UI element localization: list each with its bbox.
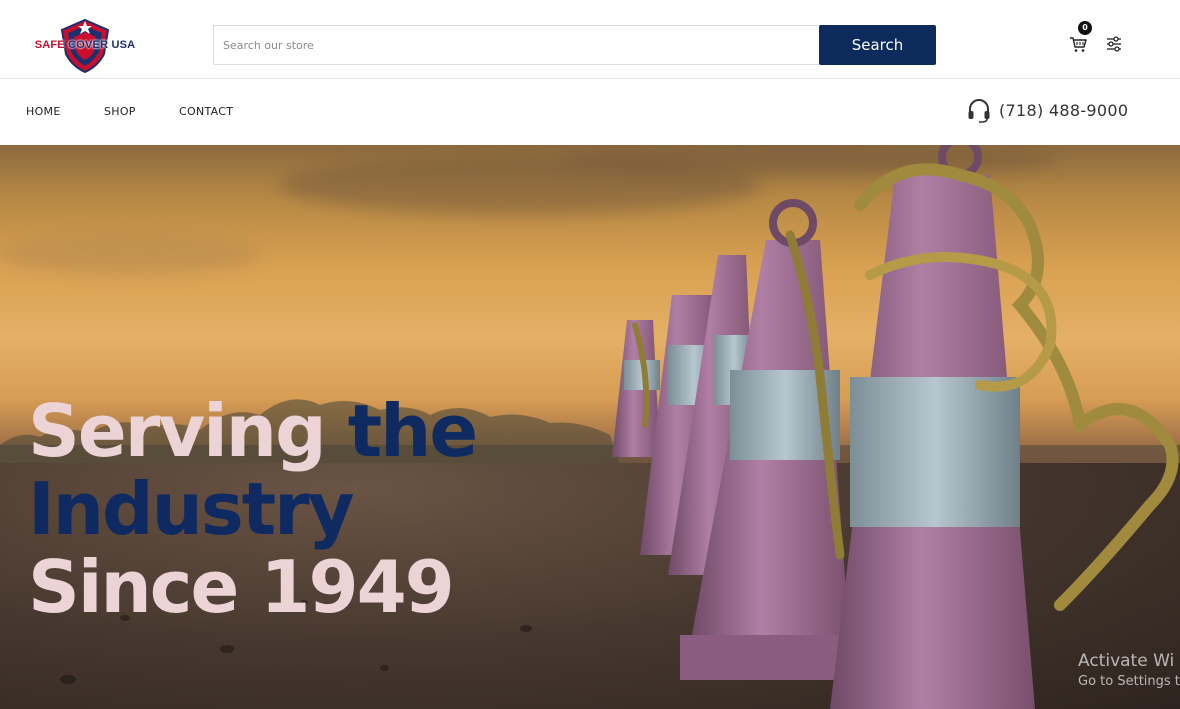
sliders-icon [1107, 36, 1121, 52]
logo-word-usa: USA [111, 39, 136, 51]
nav-item-contact[interactable]: CONTACT [179, 105, 233, 118]
hero-line-industry: Industry [28, 467, 355, 551]
hero-line-since: Since 1949 [28, 545, 455, 629]
top-bar: SAFE COVER USA Search 0 [0, 0, 1180, 79]
safe-cover-usa-logo[interactable]: SAFE COVER USA [28, 18, 142, 74]
cart-button[interactable]: 0 [1068, 21, 1092, 54]
headset-icon [968, 99, 990, 123]
logo-wordmark: SAFE COVER USA [28, 39, 142, 51]
hero-banner: Serving the Industry Since 1949 Activate… [0, 145, 1180, 709]
settings-button[interactable] [1105, 35, 1123, 53]
phone-number-link[interactable]: (718) 488-9000 [999, 101, 1128, 120]
search-input[interactable] [213, 25, 819, 65]
logo-word-safe: SAFE [34, 39, 65, 51]
nav-item-shop[interactable]: SHOP [104, 105, 136, 118]
logo-word-cover: COVER [68, 39, 109, 51]
hero-word-serving: Serving [28, 389, 327, 473]
cart-icon [1070, 37, 1087, 52]
watermark-line-2: Go to Settings t [1078, 674, 1180, 689]
hero-word-the: the [347, 389, 479, 473]
search-bar: Search [213, 25, 936, 65]
watermark-line-1: Activate Wi [1078, 651, 1175, 671]
cart-count-badge: 0 [1078, 21, 1092, 35]
main-nav: HOME SHOP CONTACT (718) 488-9000 [0, 79, 1180, 145]
hero-heading: Serving the Industry Since 1949 [28, 389, 479, 629]
nav-item-home[interactable]: HOME [26, 105, 61, 118]
windows-activation-watermark: Activate Wi Go to Settings t [1078, 651, 1180, 689]
search-button[interactable]: Search [819, 25, 936, 65]
